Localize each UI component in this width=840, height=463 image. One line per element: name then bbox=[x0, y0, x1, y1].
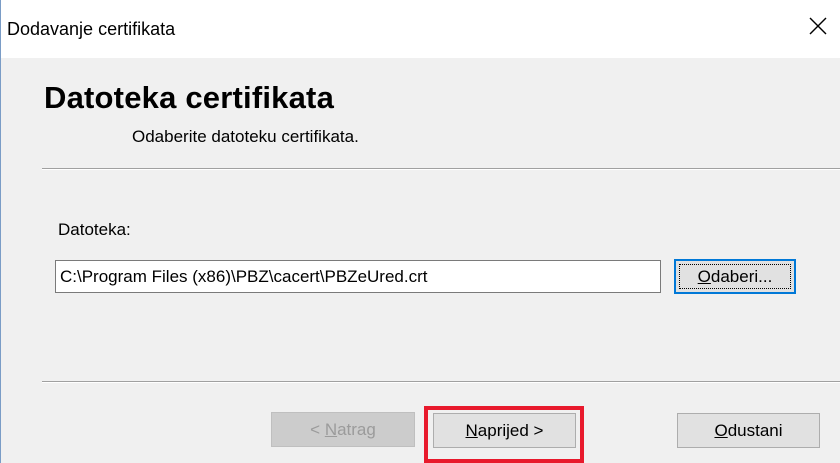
certificate-file-input[interactable] bbox=[55, 260, 661, 293]
close-button[interactable] bbox=[795, 6, 840, 46]
window-title: Dodavanje certifikata bbox=[7, 19, 176, 39]
footer-divider bbox=[42, 381, 840, 383]
next-button-label: Naprijed > bbox=[465, 420, 544, 440]
certificate-wizard-window: Dodavanje certifikata Datoteka certifika… bbox=[0, 0, 840, 463]
browse-button-label: Odaberi... bbox=[697, 266, 773, 286]
next-button[interactable]: Naprijed > bbox=[433, 413, 576, 448]
page-title: Datoteka certifikata bbox=[44, 80, 335, 115]
cancel-button[interactable]: Odustani bbox=[677, 413, 820, 448]
close-icon bbox=[809, 17, 827, 35]
browse-button[interactable]: Odaberi... bbox=[674, 259, 796, 294]
back-button-label: < Natrag bbox=[310, 419, 376, 439]
file-label: Datoteka: bbox=[58, 220, 131, 239]
cancel-button-label: Odustani bbox=[714, 420, 783, 440]
header-divider bbox=[42, 168, 840, 170]
page-subtitle: Odaberite datoteku certifikata. bbox=[132, 127, 359, 146]
title-bar: Dodavanje certifikata bbox=[1, 0, 840, 58]
back-button[interactable]: < Natrag bbox=[271, 412, 415, 447]
